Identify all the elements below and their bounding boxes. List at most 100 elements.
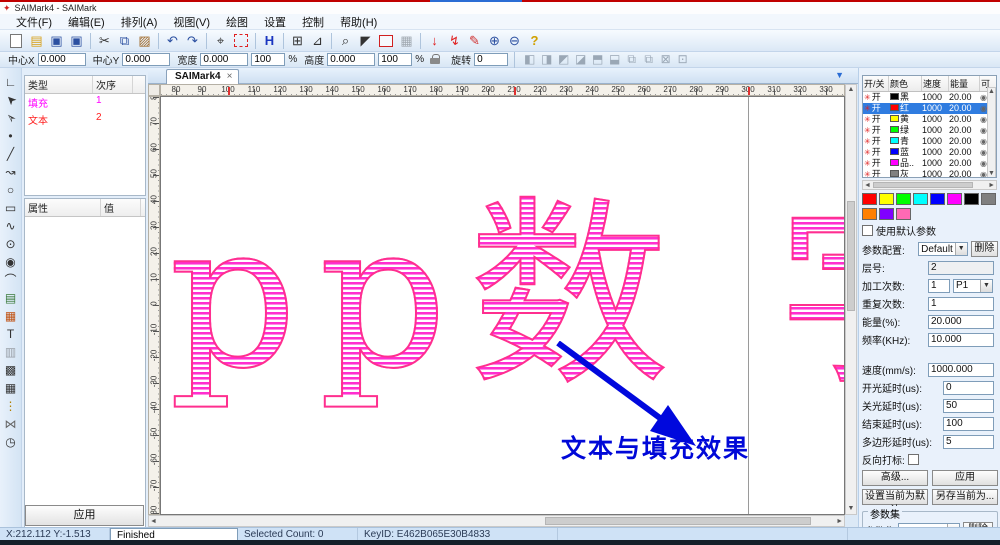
property-column-header[interactable]: 属性 (25, 199, 101, 216)
palette-swatch[interactable] (930, 193, 945, 205)
menu-item-control[interactable]: 控制 (294, 13, 332, 31)
energy-column-header[interactable]: 能量 (949, 76, 980, 91)
ellipse-tool-icon[interactable]: ◉ (2, 254, 20, 270)
image-tool-icon[interactable]: ▦ (2, 308, 20, 324)
center-y-input[interactable] (122, 53, 170, 66)
layer-table-hscrollbar[interactable]: ◄ ► (862, 180, 997, 190)
aspect-lock-icon[interactable] (430, 54, 441, 65)
rect-tool-icon[interactable]: ▭ (2, 200, 20, 216)
process-times-input[interactable] (928, 279, 950, 293)
arc-tool-icon[interactable]: ⌒ (2, 272, 20, 288)
menu-item-help[interactable]: 帮助(H) (332, 13, 385, 31)
width-input[interactable] (200, 53, 248, 66)
layer-row[interactable]: ✳开黄100020.00◉ (863, 114, 996, 125)
layer-row[interactable]: ✳开红100020.00◉ (863, 103, 996, 114)
layer-row[interactable]: ✳开品..100020.00◉ (863, 158, 996, 169)
mark-pen-icon[interactable]: ✎ (465, 32, 484, 50)
tab-overflow-icon[interactable]: ▼ (835, 70, 844, 80)
object-row[interactable]: 文本2 (25, 111, 145, 128)
palette-swatch[interactable] (896, 208, 911, 220)
marquee-select-icon[interactable] (234, 34, 248, 47)
node-edit-icon[interactable]: ⌖ (211, 32, 230, 50)
open-file-icon[interactable]: ▤ (27, 32, 46, 50)
hatch-tool-icon[interactable]: ▩ (2, 362, 20, 378)
help-icon[interactable]: ? (525, 32, 544, 50)
palette-swatch[interactable] (947, 193, 962, 205)
value-column-header[interactable]: 值 (101, 199, 141, 216)
cut-icon[interactable]: ✂ (95, 32, 114, 50)
menu-item-settings[interactable]: 设置 (256, 13, 294, 31)
center-x-input[interactable] (38, 53, 86, 66)
hatch-icon[interactable]: H (260, 32, 279, 50)
text-tool-icon[interactable]: T (2, 326, 20, 342)
off-delay-input[interactable] (943, 399, 994, 413)
bitmap-tool-icon[interactable]: ▤ (2, 290, 20, 306)
polyline-tool-icon[interactable]: ↝ (2, 164, 20, 180)
timer-tool-icon[interactable]: ◷ (2, 434, 20, 450)
layer-table-vscrollbar[interactable]: ▲ ▼ (987, 87, 996, 178)
menu-item-edit[interactable]: 编辑(E) (60, 13, 113, 31)
disabled-grid-icon[interactable]: ▦ (397, 32, 416, 50)
tab-close-icon[interactable]: × (227, 71, 233, 82)
polygon-delay-input[interactable] (943, 435, 994, 449)
palette-swatch[interactable] (862, 193, 877, 205)
palette-swatch[interactable] (879, 193, 894, 205)
annotation-text[interactable]: 文本与填充效果 (561, 429, 750, 465)
type-column-header[interactable]: 类型 (25, 76, 93, 93)
save-as-icon[interactable]: ▣ (67, 32, 86, 50)
apply-object-button[interactable]: 应用 (25, 505, 144, 526)
canvas-horizontal-scrollbar[interactable]: ◄ ► (148, 515, 845, 527)
repeat-times-input[interactable] (928, 297, 994, 311)
mark-start-icon[interactable]: ↓ (425, 32, 444, 50)
align-left-icon[interactable]: ◧ (521, 52, 538, 67)
reverse-mark-checkbox[interactable] (908, 454, 919, 465)
frequency-input[interactable] (928, 333, 994, 347)
zoom-out-icon[interactable]: ⊖ (505, 32, 524, 50)
process-profile-dropdown[interactable]: P1 ▼ (953, 279, 993, 293)
measure-icon[interactable]: ⊿ (308, 32, 327, 50)
ungroup-icon[interactable]: ⧉ (640, 52, 657, 67)
gray-tool-icon[interactable]: ▥ (2, 344, 20, 360)
copy-icon[interactable]: ⧉ (115, 32, 134, 50)
menu-item-draw[interactable]: 绘图 (218, 13, 256, 31)
mark-param-icon[interactable]: ↯ (445, 32, 464, 50)
preview-window-icon[interactable] (379, 35, 393, 47)
palette-swatch[interactable] (862, 208, 877, 220)
palette-swatch[interactable] (896, 193, 911, 205)
point-tool-icon[interactable]: • (2, 128, 20, 144)
palette-swatch[interactable] (913, 193, 928, 205)
new-file-icon[interactable] (10, 34, 22, 48)
zoom-tool-icon[interactable]: ⌕ (336, 32, 355, 50)
hatched-text-object[interactable]: pp数 字 (169, 197, 845, 397)
mirror-h-icon[interactable]: ⬒ (589, 52, 606, 67)
onoff-column-header[interactable]: 开/关 (863, 76, 889, 91)
barcode-tool-icon[interactable]: ▦ (2, 380, 20, 396)
object-row[interactable]: 填充1 (25, 94, 145, 111)
speed-column-header[interactable]: 速度 (922, 76, 949, 91)
pick-tool-icon[interactable]: ◤ (356, 32, 375, 50)
dropdown-arrow-icon[interactable]: ▼ (955, 243, 967, 255)
palette-swatch[interactable] (879, 208, 894, 220)
canvas-vertical-scrollbar[interactable]: ▲ ▼ (845, 84, 857, 515)
set-default-button[interactable]: 设置当前为默认 (862, 489, 928, 505)
mirror-v-icon[interactable]: ⬓ (606, 52, 623, 67)
apply-layer-button[interactable]: 应用 (932, 470, 998, 486)
curve-tool-icon[interactable]: ∿ (2, 218, 20, 234)
menu-item-view[interactable]: 视图(V) (165, 13, 218, 31)
save-current-as-button[interactable]: 另存当前为... (932, 489, 998, 505)
width-percent-input[interactable] (251, 53, 285, 66)
align-right-icon[interactable]: ◨ (538, 52, 555, 67)
lock-icon[interactable]: ⊠ (657, 52, 674, 67)
end-delay-input[interactable] (943, 417, 994, 431)
energy-input[interactable] (928, 315, 994, 329)
rotate-input[interactable] (474, 53, 508, 66)
fit-view-icon[interactable]: ⊞ (288, 32, 307, 50)
align-bottom-icon[interactable]: ◪ (572, 52, 589, 67)
circle-tool-icon[interactable]: ⊙ (2, 236, 20, 252)
layer-row[interactable]: ✳开青100020.00◉ (863, 136, 996, 147)
on-delay-input[interactable] (943, 381, 994, 395)
node-tool-icon[interactable]: ➢ (0, 106, 23, 130)
order-column-header[interactable]: 次序 (93, 76, 133, 93)
height-percent-input[interactable] (378, 53, 412, 66)
layer-row[interactable]: ✳开灰100020.00◉ (863, 169, 996, 178)
